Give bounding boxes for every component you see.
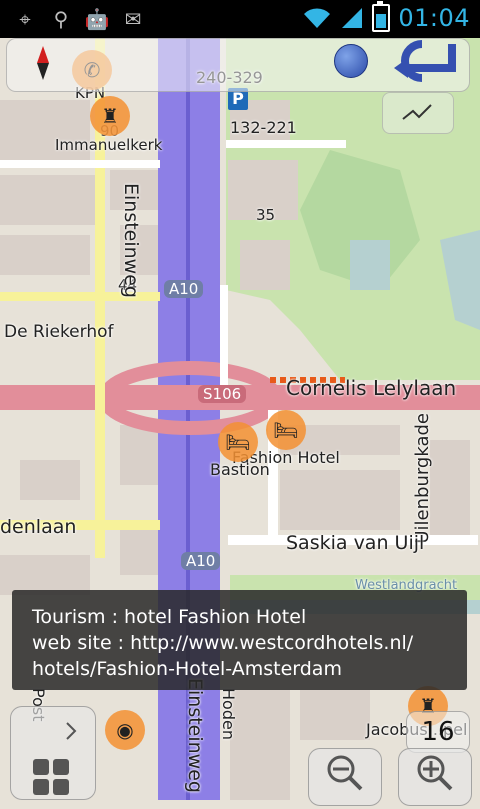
hotel-bastion-poi-icon[interactable]: 🛏 — [218, 422, 258, 462]
signal-icon — [342, 8, 363, 28]
compass-icon[interactable] — [36, 46, 50, 80]
place-label-de-riekerhof: De Riekerhof — [4, 322, 114, 342]
street-label-hoden: Hoden — [219, 688, 238, 740]
route-shield-a10-bottom: A10 — [181, 552, 221, 570]
info-line-website: web site : http://www.westcordhotels.nl/ — [32, 632, 414, 654]
status-bar: ⌖ ⚲ 🤖 ✉ 01:04 — [0, 0, 480, 38]
poi-label-bastion: Bastion — [210, 460, 270, 479]
hotel-fashion-poi-icon[interactable]: 🛏 — [266, 410, 306, 450]
route-icon — [402, 104, 432, 120]
zoom-in-icon — [417, 755, 453, 791]
route-button[interactable] — [382, 92, 454, 134]
info-line-website-path: hotels/Fashion-Hotel-Amsterdam — [32, 658, 342, 680]
zoom-in-button[interactable] — [398, 748, 472, 806]
battery-icon — [372, 1, 391, 32]
street-label-uilenburgkade: Uilenburgkade — [412, 413, 433, 544]
zoom-out-icon — [327, 755, 363, 791]
globe-layers-icon[interactable] — [334, 44, 368, 78]
route-shield-a10-top: A10 — [164, 280, 204, 298]
church-poi-icon[interactable]: ♜ — [90, 96, 130, 136]
house-number-132: 132-221 — [230, 118, 297, 137]
wifi-icon — [304, 8, 331, 28]
street-label-denlaan: denlaan — [0, 516, 77, 538]
grid-menu-icon — [33, 722, 77, 795]
street-label-cornelis-lelylaan: Cornelis Lelylaan — [286, 376, 457, 400]
back-button[interactable] — [382, 38, 462, 84]
android-debug-icon: 🤖 — [84, 7, 110, 31]
menu-button[interactable] — [10, 706, 96, 800]
zoom-level-indicator: 16 — [406, 711, 470, 753]
street-label-einsteinweg-top: Einsteinweg — [120, 183, 142, 298]
info-line-tourism: Tourism : hotel Fashion Hotel — [32, 606, 307, 628]
street-label-einsteinweg-bottom: Einsteinweg — [184, 678, 206, 793]
gmail-icon: ✉ — [124, 7, 142, 31]
number-35: 35 — [256, 206, 276, 224]
route-shield-s106: S106 — [198, 385, 247, 403]
gps-icon: ⌖ — [19, 7, 31, 31]
tourism-poi-icon[interactable]: ◉ — [105, 710, 145, 750]
usb-icon: ⚲ — [53, 7, 69, 31]
street-label-saskia: Saskia van Uijl — [286, 532, 425, 554]
clock: 01:04 — [398, 4, 470, 32]
poi-info-popup[interactable]: Tourism : hotel Fashion Hotel web site :… — [12, 590, 467, 690]
zoom-out-button[interactable] — [308, 748, 382, 806]
